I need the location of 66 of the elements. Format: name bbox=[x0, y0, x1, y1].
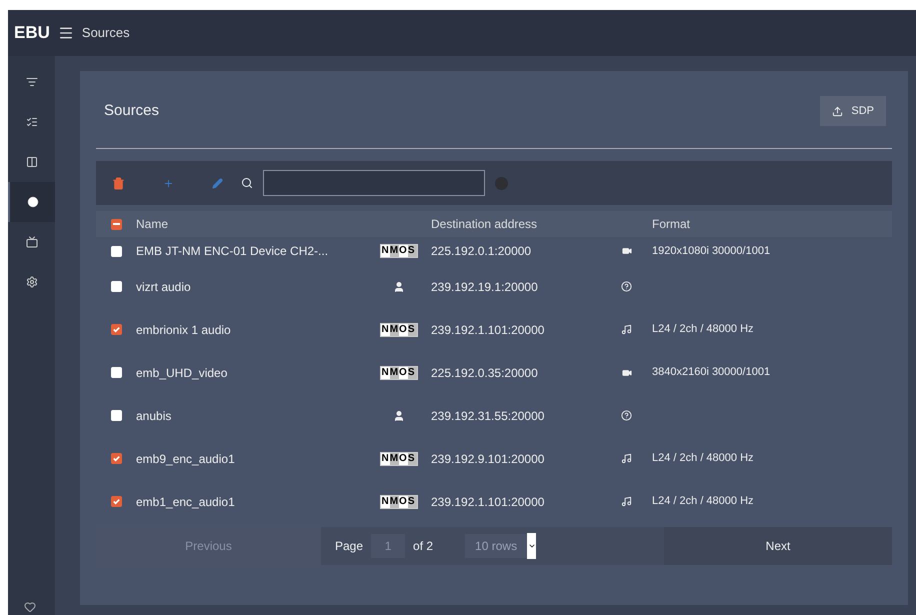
table-cell-text: 239.192.1.101:20000 bbox=[431, 322, 546, 338]
checkbox[interactable] bbox=[110, 324, 122, 335]
note-icon bbox=[621, 453, 632, 464]
table-cell-text: emb_UHD_video bbox=[136, 364, 228, 382]
menu-icon[interactable] bbox=[58, 25, 74, 41]
table-cell-text: EMB JT-NM ENC-01 Device CH2-... bbox=[136, 243, 330, 260]
checkbox[interactable] bbox=[110, 246, 122, 256]
page-title: Sources bbox=[82, 24, 130, 42]
nmos-badge: NMOS bbox=[380, 322, 418, 336]
table-cell-text: 239.192.19.1:20000 bbox=[431, 278, 539, 296]
logo: EBU bbox=[14, 22, 50, 44]
table-cell-text: 239.192.1.101:20000 bbox=[431, 494, 546, 510]
checkbox[interactable] bbox=[110, 453, 122, 464]
table-cell-text: 225.192.0.35:20000 bbox=[431, 364, 539, 382]
checklist-icon bbox=[26, 116, 38, 128]
sdp-button[interactable]: SDP bbox=[820, 96, 886, 126]
help-icon bbox=[621, 410, 632, 421]
table-cell-text: L24 / 2ch / 48000 Hz bbox=[652, 451, 754, 466]
table-cell-text: 239.192.9.101:20000 bbox=[431, 450, 546, 468]
caret-icon bbox=[528, 542, 536, 550]
search-field[interactable] bbox=[263, 170, 485, 196]
page-label: Page bbox=[335, 538, 364, 555]
checkbox[interactable] bbox=[110, 367, 122, 378]
of-pages: of 2 bbox=[413, 538, 434, 555]
upload-icon bbox=[832, 106, 844, 116]
column-header[interactable]: Format bbox=[652, 215, 690, 233]
checkbox[interactable] bbox=[110, 410, 122, 421]
column-header[interactable]: Name bbox=[136, 215, 431, 233]
table-cell-text: 3840x2160i 30000/1001 bbox=[652, 365, 770, 380]
nmos-badge: NMOS bbox=[380, 494, 418, 508]
column-header[interactable]: Destination address bbox=[431, 215, 652, 233]
checkbox[interactable] bbox=[110, 281, 122, 292]
settings-icon bbox=[26, 276, 38, 288]
table-cell-text: embrionix 1 audio bbox=[136, 322, 232, 338]
table-cell-text: vizrt audio bbox=[136, 278, 192, 296]
search-icon bbox=[241, 177, 253, 189]
table-cell-text: emb9_enc_audio1 bbox=[136, 450, 236, 468]
user-icon bbox=[392, 280, 404, 292]
table-cell-text: 225.192.0.1:20000 bbox=[431, 243, 532, 260]
nmos-badge: NMOS bbox=[380, 244, 418, 258]
rows-select[interactable]: 10 rows bbox=[465, 534, 536, 558]
split-icon bbox=[26, 156, 38, 168]
nmos-badge: NMOS bbox=[380, 366, 418, 380]
heart-icon bbox=[24, 601, 36, 613]
nmos-badge: NMOS bbox=[380, 452, 418, 466]
table-cell-text: anubis bbox=[136, 408, 172, 424]
table-cell-text: 239.192.31.55:20000 bbox=[431, 408, 546, 424]
camera-icon bbox=[622, 246, 632, 256]
note-icon bbox=[621, 496, 632, 507]
sidebar-item[interactable] bbox=[8, 182, 55, 222]
help-icon bbox=[621, 281, 632, 292]
panel-title: Sources bbox=[104, 100, 160, 121]
select-all-checkbox[interactable] bbox=[110, 218, 122, 230]
tv-icon bbox=[26, 236, 38, 248]
note-icon bbox=[621, 324, 632, 335]
list-icon bbox=[26, 76, 38, 88]
camera-icon bbox=[622, 368, 632, 378]
table-cell-text: L24 / 2ch / 48000 Hz bbox=[652, 322, 754, 338]
user-icon bbox=[392, 410, 404, 422]
next-button[interactable]: Next bbox=[664, 527, 892, 565]
table-cell-text: L24 / 2ch / 48000 Hz bbox=[652, 494, 754, 510]
table-cell-text: 1920x1080i 30000/1001 bbox=[652, 244, 770, 259]
circle-icon bbox=[26, 196, 38, 208]
trash-icon[interactable] bbox=[112, 176, 125, 190]
table-cell-text: emb1_enc_audio1 bbox=[136, 494, 236, 510]
checkbox[interactable] bbox=[110, 496, 122, 507]
